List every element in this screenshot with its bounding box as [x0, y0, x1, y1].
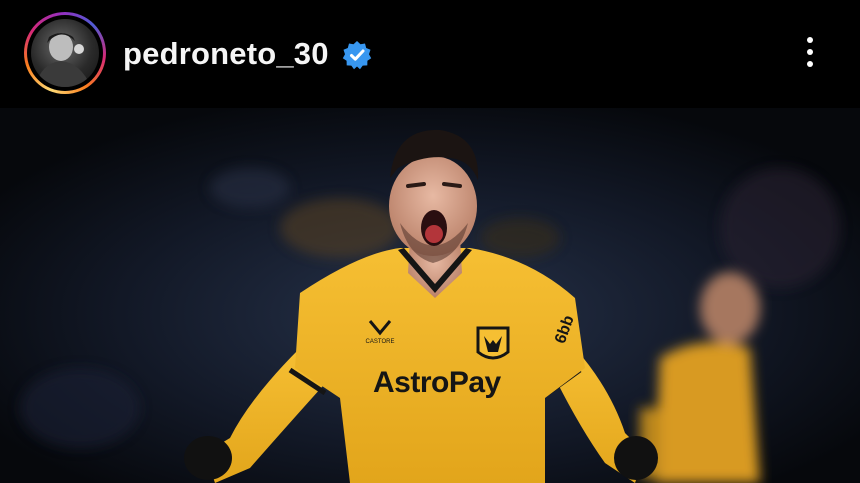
verified-badge-icon [342, 41, 372, 70]
username[interactable]: pedroneto_30 [123, 36, 329, 72]
kit-brand-text: CASTORE [366, 339, 395, 345]
jersey-sponsor-text: AstroPay [373, 366, 501, 399]
post-image[interactable]: CASTORE AstroPay 6bb [0, 108, 860, 483]
post-header: pedroneto_30 [0, 0, 860, 108]
more-options-button[interactable] [794, 30, 826, 74]
player-photo: CASTORE [0, 108, 860, 483]
avatar-portrait [35, 33, 91, 87]
avatar[interactable] [31, 19, 99, 87]
story-ring[interactable] [24, 12, 106, 94]
more-vertical-icon [807, 37, 813, 43]
